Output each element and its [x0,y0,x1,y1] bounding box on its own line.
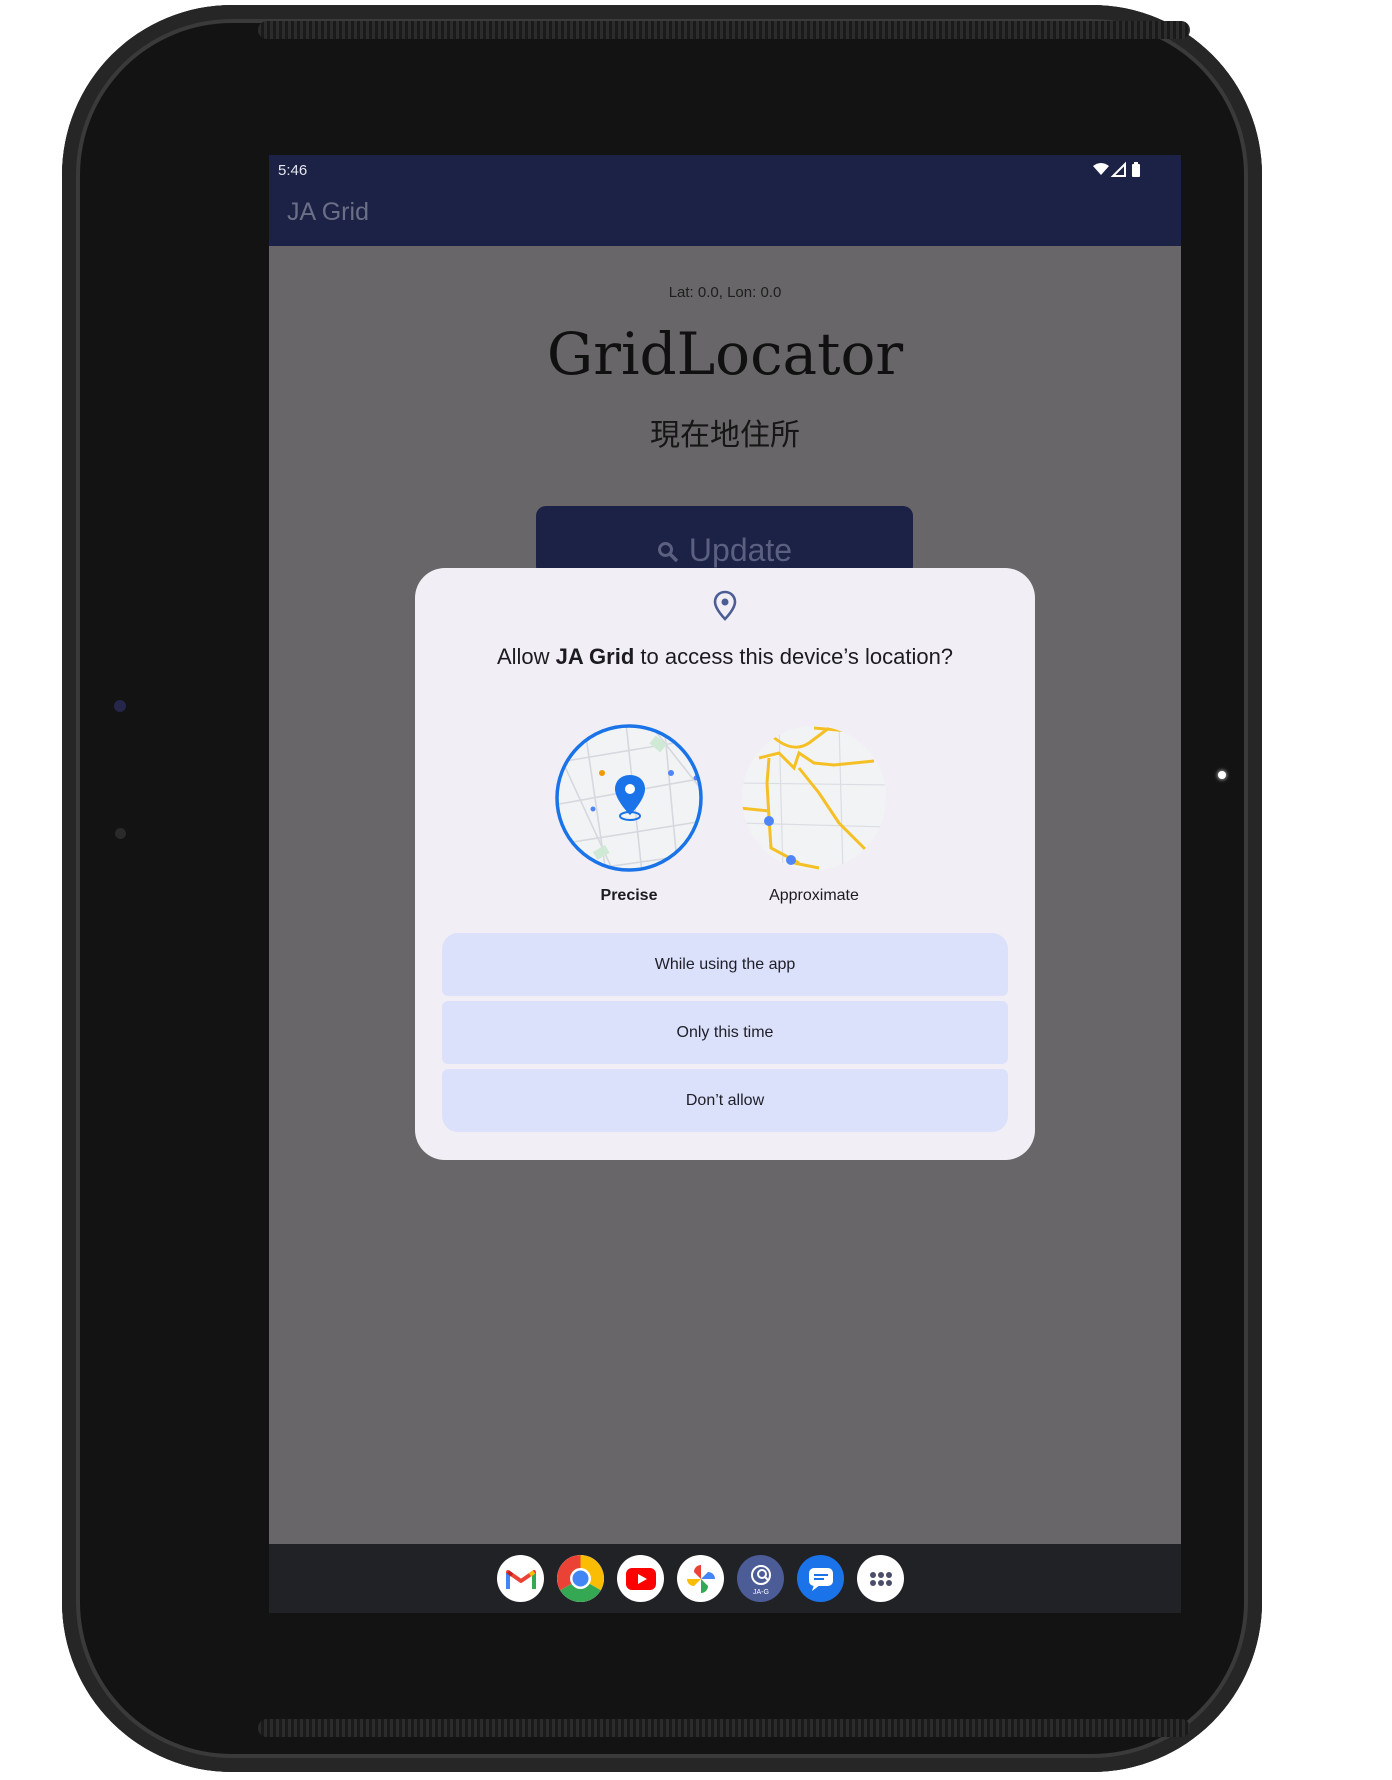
approximate-map-icon [742,726,886,870]
search-icon [657,542,679,563]
camera-lens [114,700,126,712]
photos-icon[interactable] [677,1555,724,1602]
app-bar: 5:46 JA Grid [269,155,1181,246]
device-screen: 5:46 JA Grid Lat: 0.0, Lon: 0.0 GridLoca… [269,155,1181,1613]
ja-grid-icon[interactable]: JA-G [737,1555,784,1602]
messages-icon[interactable] [797,1555,844,1602]
sensor-dot [115,828,126,839]
dialog-title: Allow JA Grid to access this device’s lo… [496,644,954,669]
app-drawer-icon[interactable] [857,1555,904,1602]
precise-map-icon [555,724,703,872]
light-sensor [1218,771,1226,779]
gmail-icon[interactable] [497,1555,544,1602]
only-this-time-button[interactable]: Only this time [442,1001,1008,1064]
youtube-icon[interactable] [617,1555,664,1602]
address-text: 現在地住所 [650,419,800,452]
update-label: Update [688,532,793,568]
taskbar-dock: JA-G [269,1544,1181,1613]
update-button[interactable]: Update [536,506,913,576]
top-speaker-grille [258,21,1190,39]
battery-icon [1132,164,1140,177]
status-time: 5:46 [278,162,308,179]
precise-option[interactable]: Precise [554,723,704,905]
dialog-app-name: JA Grid [555,644,635,669]
approximate-label: Approximate [769,887,859,904]
chrome-icon[interactable] [557,1555,604,1602]
signal-icon [1110,161,1126,177]
status-icons [1091,161,1151,181]
while-using-app-button[interactable]: While using the app [442,933,1008,996]
approximate-option[interactable]: Approximate [739,723,889,905]
coordinates-text: Lat: 0.0, Lon: 0.0 [668,284,782,301]
location-permission-dialog: Allow JA Grid to access this device’s lo… [415,568,1035,1160]
dont-allow-button[interactable]: Don’t allow [442,1069,1008,1132]
tablet-frame: 5:46 JA Grid Lat: 0.0, Lon: 0.0 GridLoca… [62,5,1262,1772]
precise-label: Precise [600,887,658,904]
wifi-icon [1093,163,1109,175]
bottom-speaker-grille [258,1719,1190,1737]
page-title: GridLocator [546,320,904,388]
location-pin-icon [713,590,737,621]
app-title: JA Grid [287,198,369,226]
ja-grid-badge-text: JA-G [753,1589,769,1596]
